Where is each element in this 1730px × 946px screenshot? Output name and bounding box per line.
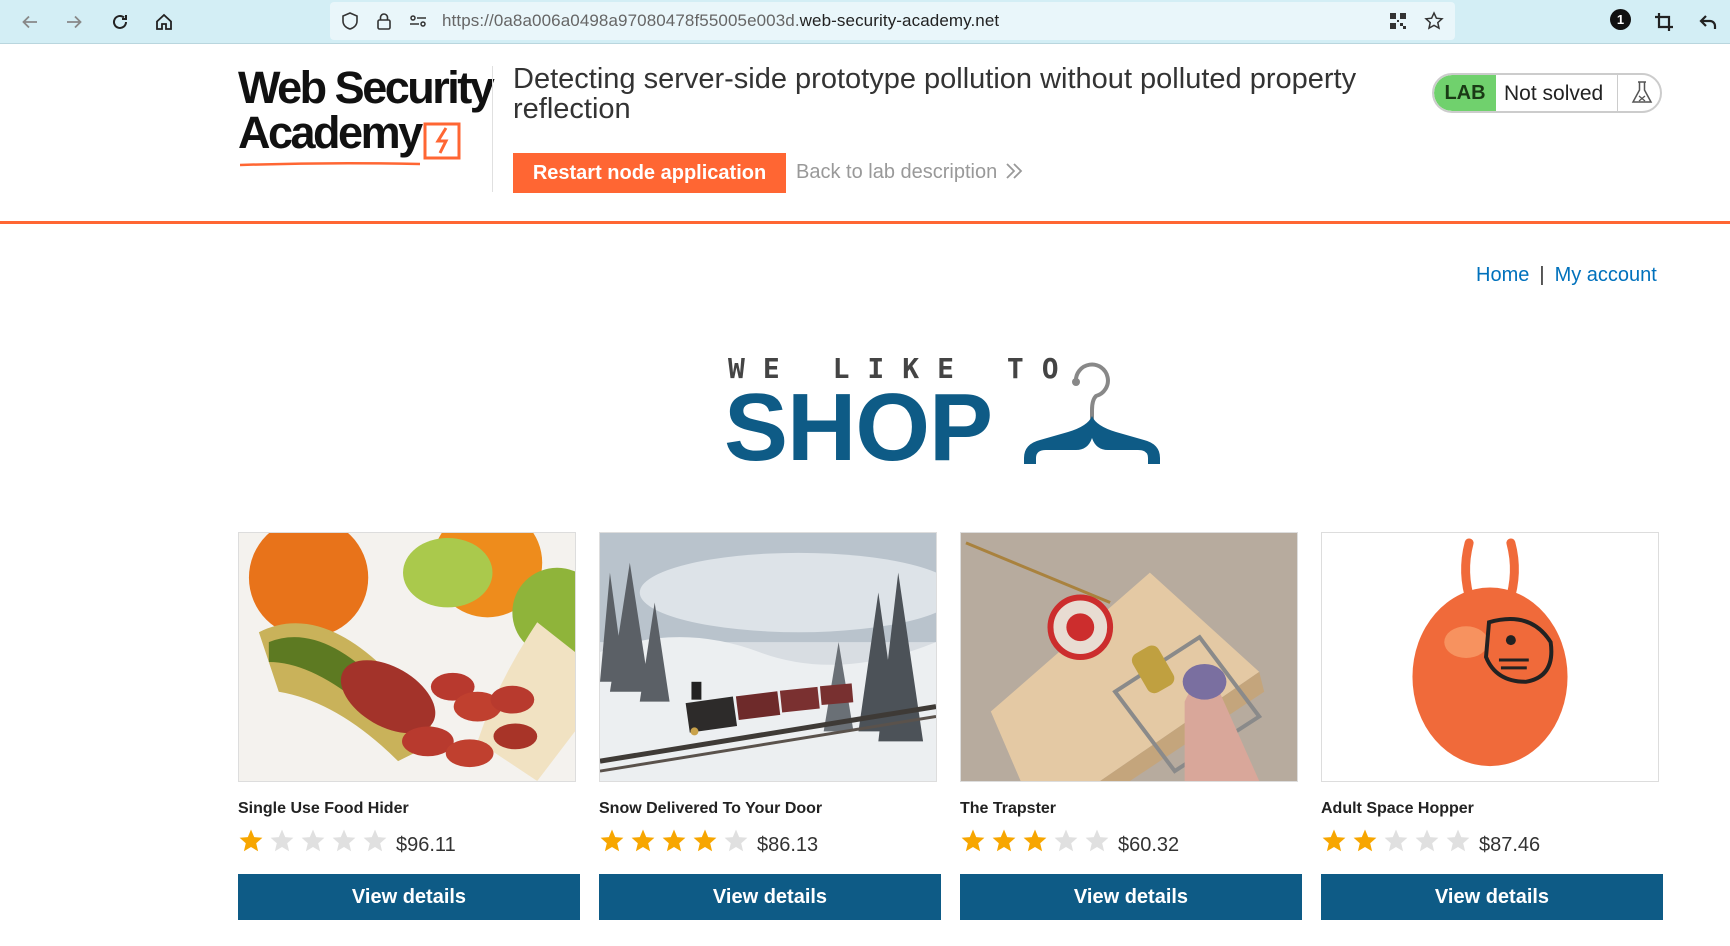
- lab-status-separator: [1617, 75, 1618, 111]
- star-filled-icon: [693, 829, 717, 852]
- site-navigation: Home | My account: [1476, 264, 1657, 287]
- product-name: Single Use Food Hider: [238, 800, 409, 817]
- lab-status-text: Not solved: [1504, 82, 1604, 105]
- star-empty-icon: [1446, 829, 1470, 852]
- star-empty-icon: [270, 829, 294, 852]
- address-bar[interactable]: https://0a8a006a0498a97080478f55005e003d…: [330, 2, 1455, 40]
- view-details-button[interactable]: View details: [1321, 874, 1663, 920]
- product-price: $60.32: [1118, 834, 1180, 856]
- food-hider-image[interactable]: [238, 532, 576, 782]
- star-empty-icon: [1415, 829, 1439, 852]
- logo-line2: Academy: [238, 107, 423, 158]
- qr-code-icon[interactable]: [1388, 11, 1408, 31]
- lock-icon[interactable]: [374, 11, 394, 31]
- logo-bolt-icon: [423, 122, 461, 160]
- star-filled-icon: [1353, 829, 1377, 852]
- product-name: The Trapster: [960, 800, 1057, 817]
- url-text[interactable]: https://0a8a006a0498a97080478f55005e003d…: [442, 11, 999, 31]
- reload-icon[interactable]: [104, 6, 136, 38]
- star-empty-icon: [1054, 829, 1078, 852]
- star-rating: [238, 828, 393, 856]
- star-rating: [1321, 828, 1476, 856]
- home-link[interactable]: Home: [1476, 264, 1529, 286]
- star-empty-icon: [363, 829, 387, 852]
- clothes-hanger-icon: [1024, 362, 1160, 464]
- bookmark-star-icon[interactable]: [1424, 11, 1444, 31]
- site-permissions-icon[interactable]: [408, 11, 428, 31]
- star-empty-icon: [301, 829, 325, 852]
- star-filled-icon: [239, 829, 263, 852]
- undo-arrow-icon[interactable]: [1692, 6, 1724, 38]
- star-rating: [599, 828, 754, 856]
- star-filled-icon: [600, 829, 624, 852]
- star-empty-icon: [1384, 829, 1408, 852]
- product-name: Snow Delivered To Your Door: [599, 800, 823, 817]
- forward-arrow-icon[interactable]: [58, 6, 90, 38]
- shield-icon[interactable]: [340, 11, 360, 31]
- lab-status-widget: LAB Not solved: [1432, 73, 1662, 113]
- star-rating: [960, 828, 1115, 856]
- view-details-button[interactable]: View details: [960, 874, 1302, 920]
- star-empty-icon: [1085, 829, 1109, 852]
- url-domain: web-security-academy.net: [799, 11, 1000, 30]
- star-empty-icon: [332, 829, 356, 852]
- double-chevron-right-icon[interactable]: [1004, 160, 1024, 182]
- flask-icon: [1631, 81, 1653, 103]
- snow-train-image[interactable]: [599, 532, 937, 782]
- product-name: Adult Space Hopper: [1321, 800, 1474, 817]
- back-to-lab-description-link[interactable]: Back to lab description: [796, 161, 997, 184]
- browser-toolbar: https://0a8a006a0498a97080478f55005e003d…: [0, 0, 1730, 44]
- product-price: $96.11: [396, 834, 456, 856]
- star-filled-icon: [961, 829, 985, 852]
- space-hopper-image[interactable]: [1321, 532, 1659, 782]
- view-details-button[interactable]: View details: [238, 874, 580, 920]
- star-filled-icon: [1023, 829, 1047, 852]
- extension-badge[interactable]: 1: [1610, 9, 1631, 30]
- my-account-link[interactable]: My account: [1555, 264, 1657, 286]
- star-filled-icon: [631, 829, 655, 852]
- product-price: $87.46: [1479, 834, 1541, 856]
- web-security-academy-logo[interactable]: Web Security Academy: [238, 65, 495, 167]
- home-icon[interactable]: [148, 6, 180, 38]
- lab-title: Detecting server-side prototype pollutio…: [513, 63, 1357, 125]
- star-filled-icon: [1322, 829, 1346, 852]
- header-divider: [492, 66, 493, 192]
- star-filled-icon: [992, 829, 1016, 852]
- logo-line1: Web Security: [238, 62, 495, 113]
- logo-underline-icon: [240, 161, 421, 167]
- banner-title: SHOP: [724, 374, 993, 481]
- product-price: $86.13: [757, 834, 819, 856]
- back-arrow-icon[interactable]: [14, 6, 46, 38]
- mousetrap-image[interactable]: [960, 532, 1298, 782]
- star-empty-icon: [724, 829, 748, 852]
- restart-node-button[interactable]: Restart node application: [513, 153, 786, 193]
- star-filled-icon: [662, 829, 686, 852]
- crop-icon[interactable]: [1648, 6, 1680, 38]
- view-details-button[interactable]: View details: [599, 874, 941, 920]
- nav-separator: |: [1539, 264, 1545, 286]
- url-prefix: https://0a8a006a0498a97080478f55005e003d…: [442, 11, 800, 30]
- lab-tag: LAB: [1434, 75, 1496, 111]
